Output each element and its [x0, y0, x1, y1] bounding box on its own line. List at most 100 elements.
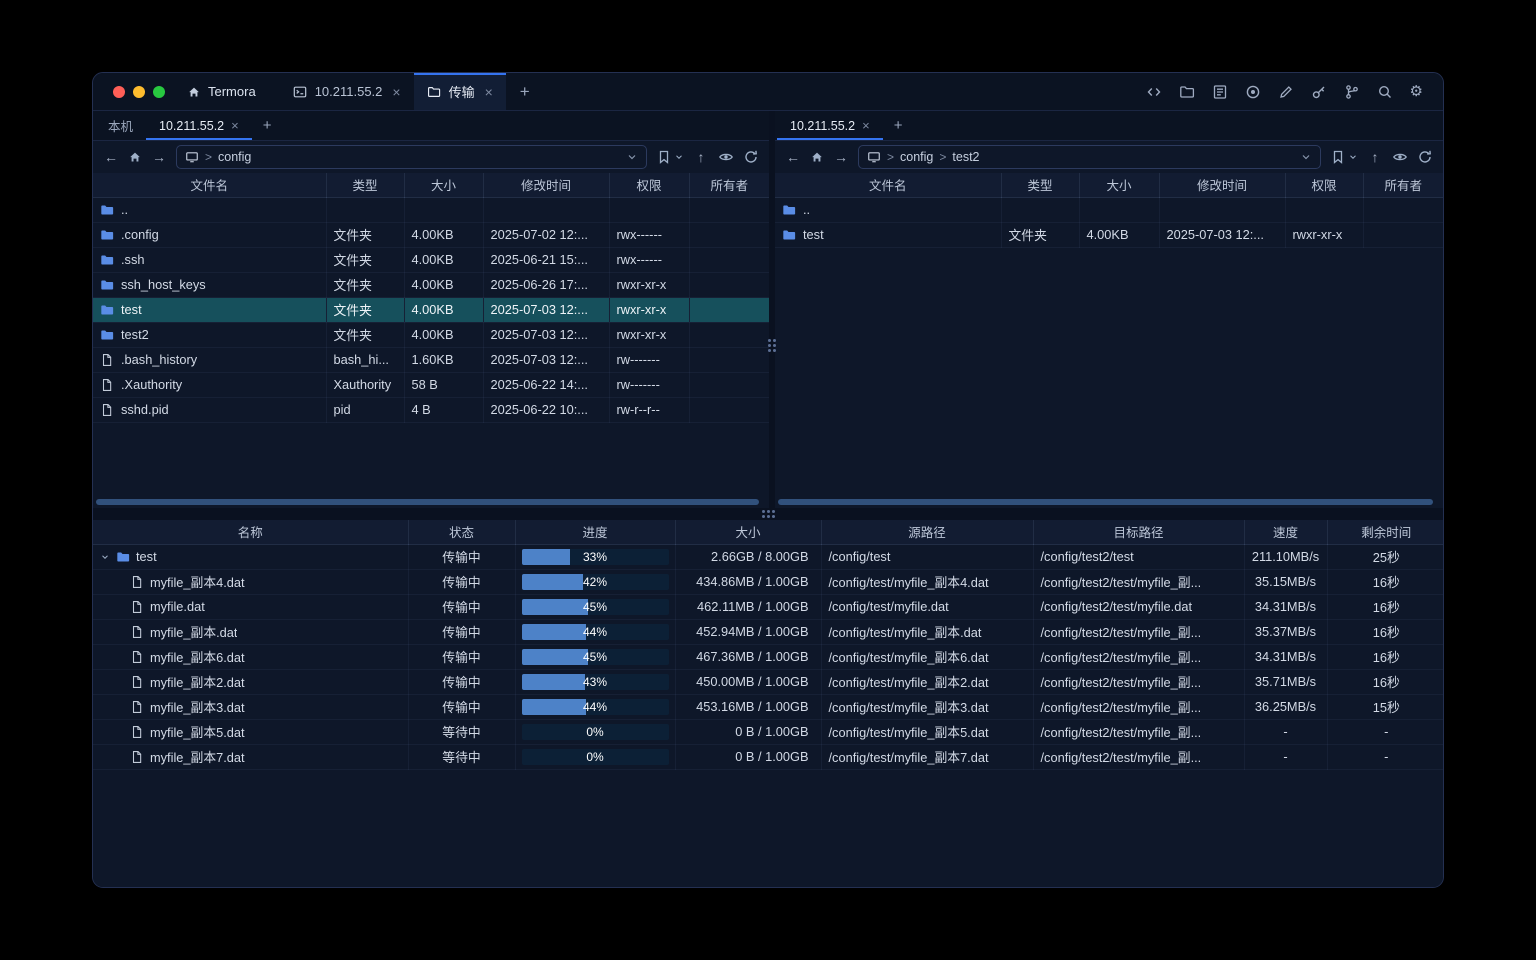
code-icon[interactable] — [1146, 84, 1162, 100]
close-tab-icon[interactable]: × — [231, 118, 239, 133]
chevron-down-icon[interactable] — [1300, 151, 1312, 163]
app-home-button[interactable]: Termora — [179, 73, 280, 110]
computer-icon — [867, 150, 881, 164]
log-icon[interactable] — [1212, 84, 1228, 100]
forward-button[interactable]: → — [151, 149, 167, 165]
tab-session-10-211-55-2[interactable]: 10.211.55.2 × — [280, 73, 414, 110]
expand-chevron-icon[interactable] — [100, 552, 110, 562]
transfer-row[interactable]: myfile_副本6.dat 传输中 45% 467.36MB / 1.00GB… — [93, 644, 1443, 669]
right-file-table-wrap: 文件名 类型 大小 修改时间 权限 所有者 .. — [775, 173, 1443, 498]
parent-directory-button[interactable]: ↑ — [1367, 149, 1383, 165]
horizontal-scrollbar[interactable] — [777, 498, 1441, 506]
col-filename[interactable]: 文件名 — [93, 173, 326, 197]
tab-transfer[interactable]: 传输 × — [414, 73, 506, 110]
transfer-row[interactable]: myfile_副本4.dat 传输中 42% 434.86MB / 1.00GB… — [93, 569, 1443, 594]
file-row[interactable]: .Xauthority Xauthority 58 B 2025-06-22 1… — [93, 372, 769, 397]
tab-remote-10-211-55-2[interactable]: 10.211.55.2 × — [146, 111, 252, 140]
transfer-row[interactable]: test 传输中 33% 2.66GB / 8.00GB /config/tes… — [93, 544, 1443, 569]
file-row[interactable]: test2 文件夹 4.00KB 2025-07-03 12:... rwxr-… — [93, 322, 769, 347]
forward-button[interactable]: → — [833, 149, 849, 165]
file-row[interactable]: test 文件夹 4.00KB 2025-07-03 12:... rwxr-x… — [775, 222, 1443, 247]
file-row[interactable]: .config 文件夹 4.00KB 2025-07-02 12:... rwx… — [93, 222, 769, 247]
chevron-down-icon[interactable] — [674, 152, 684, 162]
home-button[interactable] — [810, 150, 824, 164]
col-target-path[interactable]: 目标路径 — [1033, 520, 1244, 544]
record-icon[interactable] — [1245, 84, 1261, 100]
file-row[interactable]: sshd.pid pid 4 B 2025-06-22 10:... rw-r-… — [93, 397, 769, 422]
file-row-selected[interactable]: test 文件夹 4.00KB 2025-07-03 12:... rwxr-x… — [93, 297, 769, 322]
col-permissions[interactable]: 权限 — [609, 173, 689, 197]
col-modified[interactable]: 修改时间 — [1159, 173, 1285, 197]
close-window-button[interactable] — [113, 86, 125, 98]
path-breadcrumb[interactable]: > config — [176, 145, 647, 169]
splitter-grip[interactable] — [768, 339, 776, 352]
show-hidden-eye-icon[interactable] — [1392, 149, 1408, 165]
maximize-window-button[interactable] — [153, 86, 165, 98]
close-tab-icon[interactable]: × — [392, 84, 400, 100]
branch-icon[interactable] — [1344, 84, 1360, 100]
parent-directory-button[interactable]: ↑ — [693, 149, 709, 165]
key-icon[interactable] — [1311, 84, 1327, 100]
transfer-row[interactable]: myfile.dat 传输中 45% 462.11MB / 1.00GB /co… — [93, 594, 1443, 619]
home-button[interactable] — [128, 150, 142, 164]
refresh-icon[interactable] — [1417, 149, 1433, 165]
col-type[interactable]: 类型 — [326, 173, 404, 197]
minimize-window-button[interactable] — [133, 86, 145, 98]
chevron-down-icon[interactable] — [1348, 152, 1358, 162]
horizontal-splitter[interactable] — [93, 508, 1443, 520]
transfer-row[interactable]: myfile_副本.dat 传输中 44% 452.94MB / 1.00GB … — [93, 619, 1443, 644]
scrollbar-thumb[interactable] — [778, 499, 1433, 505]
transfer-row[interactable]: myfile_副本3.dat 传输中 44% 453.16MB / 1.00GB… — [93, 694, 1443, 719]
back-button[interactable]: ← — [103, 149, 119, 165]
splitter-grip[interactable] — [762, 510, 775, 518]
col-progress[interactable]: 进度 — [515, 520, 675, 544]
col-permissions[interactable]: 权限 — [1285, 173, 1363, 197]
tab-remote-10-211-55-2[interactable]: 10.211.55.2 × — [777, 111, 883, 140]
new-pane-tab-button[interactable]: + — [883, 111, 914, 140]
col-size[interactable]: 大小 — [675, 520, 821, 544]
show-hidden-eye-icon[interactable] — [718, 149, 734, 165]
new-pane-tab-button[interactable]: + — [252, 111, 283, 140]
file-row[interactable]: ssh_host_keys 文件夹 4.00KB 2025-06-26 17:.… — [93, 272, 769, 297]
breadcrumb-segment[interactable]: config — [900, 150, 933, 164]
refresh-icon[interactable] — [743, 149, 759, 165]
path-breadcrumb[interactable]: > config > test2 — [858, 145, 1321, 169]
breadcrumb-segment[interactable]: config — [218, 150, 251, 164]
tab-local[interactable]: 本机 — [95, 111, 146, 140]
col-source-path[interactable]: 源路径 — [821, 520, 1033, 544]
file-row[interactable]: .ssh 文件夹 4.00KB 2025-06-21 15:... rwx---… — [93, 247, 769, 272]
col-speed[interactable]: 速度 — [1244, 520, 1327, 544]
back-button[interactable]: ← — [785, 149, 801, 165]
col-name[interactable]: 名称 — [93, 520, 408, 544]
chevron-down-icon[interactable] — [626, 151, 638, 163]
col-owner[interactable]: 所有者 — [689, 173, 769, 197]
file-row[interactable]: .. — [93, 197, 769, 222]
col-filename[interactable]: 文件名 — [775, 173, 1001, 197]
col-size[interactable]: 大小 — [1079, 173, 1159, 197]
close-tab-icon[interactable]: × — [485, 84, 493, 100]
bookmark-icon[interactable] — [1330, 149, 1346, 165]
search-icon[interactable] — [1377, 84, 1393, 100]
transfer-row[interactable]: myfile_副本2.dat 传输中 43% 450.00MB / 1.00GB… — [93, 669, 1443, 694]
col-owner[interactable]: 所有者 — [1363, 173, 1443, 197]
file-icon — [130, 625, 144, 639]
file-row[interactable]: .. — [775, 197, 1443, 222]
scrollbar-thumb[interactable] — [96, 499, 759, 505]
folder-icon[interactable] — [1179, 84, 1195, 100]
vertical-splitter[interactable] — [769, 111, 775, 508]
col-status[interactable]: 状态 — [408, 520, 515, 544]
close-tab-icon[interactable]: × — [862, 118, 870, 133]
breadcrumb-segment[interactable]: test2 — [952, 150, 979, 164]
col-remaining[interactable]: 剩余时间 — [1327, 520, 1443, 544]
horizontal-scrollbar[interactable] — [95, 498, 767, 506]
edit-icon[interactable] — [1278, 84, 1294, 100]
new-tab-button[interactable]: + — [506, 73, 544, 110]
settings-icon[interactable]: ⚙ — [1410, 84, 1423, 99]
col-modified[interactable]: 修改时间 — [483, 173, 609, 197]
col-size[interactable]: 大小 — [404, 173, 483, 197]
transfer-row[interactable]: myfile_副本7.dat 等待中 0% 0 B / 1.00GB /conf… — [93, 744, 1443, 769]
col-type[interactable]: 类型 — [1001, 173, 1079, 197]
transfer-row[interactable]: myfile_副本5.dat 等待中 0% 0 B / 1.00GB /conf… — [93, 719, 1443, 744]
file-row[interactable]: .bash_history bash_hi... 1.60KB 2025-07-… — [93, 347, 769, 372]
bookmark-icon[interactable] — [656, 149, 672, 165]
